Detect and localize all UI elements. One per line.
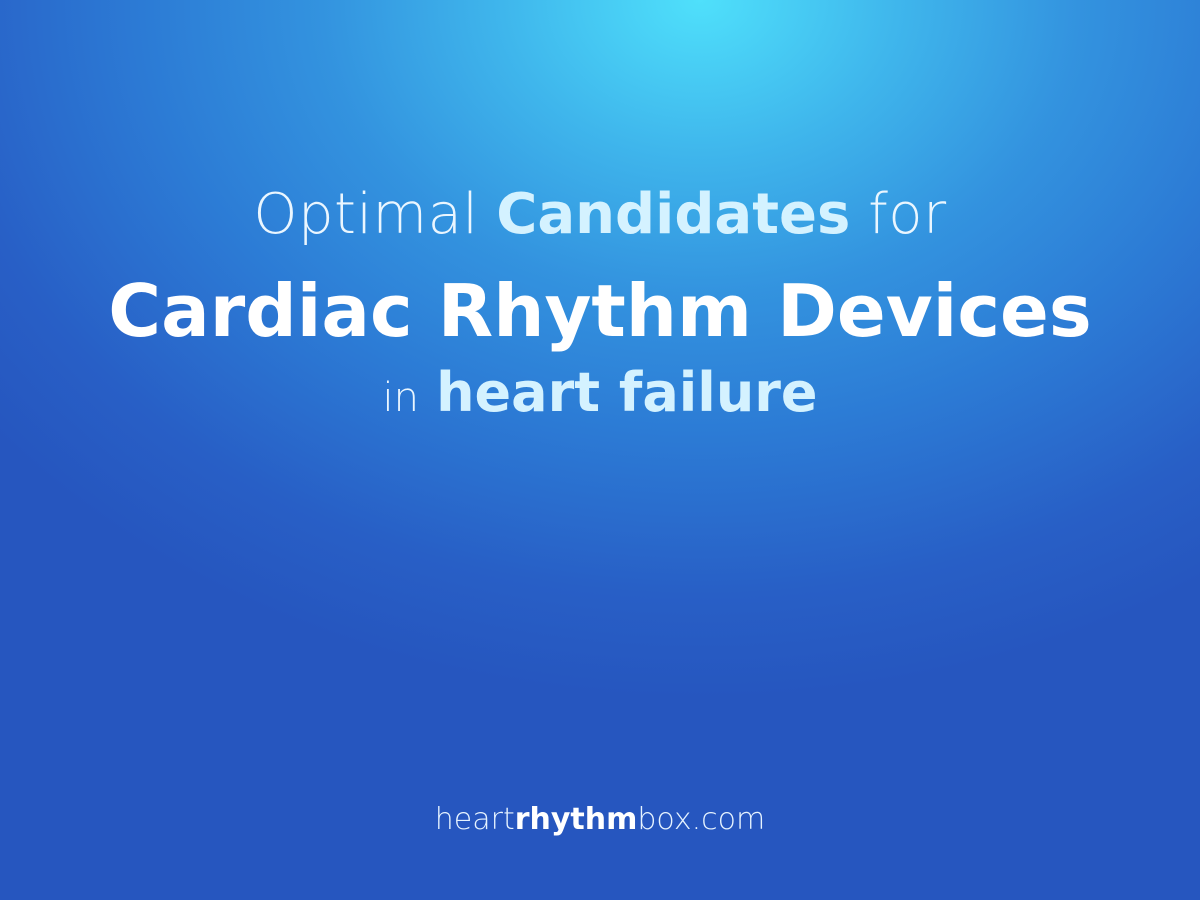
title-main-heading: Cardiac Rhythm Devices: [108, 269, 1092, 353]
title-word-in: in: [382, 375, 419, 421]
footer-part-box: box.com: [637, 802, 766, 837]
title-word-candidates: Candidates: [496, 182, 851, 247]
title-word-optimal: Optimal: [253, 182, 479, 247]
title-line-3: in heart failure: [0, 358, 1200, 433]
title-word-for: for: [868, 182, 947, 247]
footer-website: heartrhythmbox.com: [0, 800, 1200, 840]
title-word-heart-failure: heart failure: [436, 361, 818, 424]
title-slide: Optimal Candidates for Cardiac Rhythm De…: [0, 0, 1200, 900]
footer-part-heart: heart: [434, 802, 515, 837]
title-line-1: Optimal Candidates for: [0, 180, 1200, 250]
footer-part-rhythm: rhythm: [514, 802, 638, 837]
